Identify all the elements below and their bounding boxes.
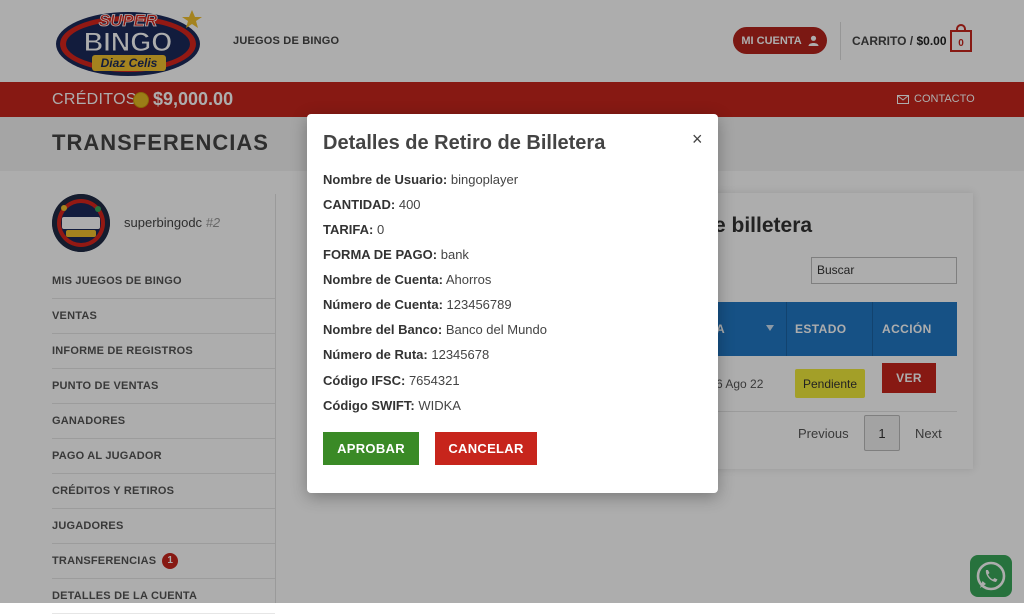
field-label: Código IFSC: xyxy=(323,373,406,388)
field-value: 0 xyxy=(376,222,385,237)
field-value: 12345678 xyxy=(431,347,490,362)
field-routing-number: Número de Ruta: 12345678 xyxy=(323,347,489,362)
field-amount: CANTIDAD: 400 xyxy=(323,197,421,212)
field-value: bank xyxy=(440,247,469,262)
field-value: Banco del Mundo xyxy=(445,322,547,337)
field-label: Nombre de Cuenta: xyxy=(323,272,443,287)
field-value: 400 xyxy=(398,197,421,212)
field-label: Nombre de Usuario: xyxy=(323,172,448,187)
field-label: TARIFA: xyxy=(323,222,374,237)
field-account-name: Nombre de Cuenta: Ahorros xyxy=(323,272,491,287)
field-bank-name: Nombre del Banco: Banco del Mundo xyxy=(323,322,547,337)
field-account-number: Número de Cuenta: 123456789 xyxy=(323,297,512,312)
field-ifsc-code: Código IFSC: 7654321 xyxy=(323,373,460,388)
field-fee: TARIFA: 0 xyxy=(323,222,384,237)
field-payment-method: FORMA DE PAGO: bank xyxy=(323,247,469,262)
field-value: 123456789 xyxy=(446,297,512,312)
field-label: Número de Cuenta: xyxy=(323,297,443,312)
field-label: Código SWIFT: xyxy=(323,398,415,413)
field-label: Nombre del Banco: xyxy=(323,322,443,337)
modal-title: Detalles de Retiro de Billetera xyxy=(323,132,606,154)
field-label: FORMA DE PAGO: xyxy=(323,247,438,262)
close-icon[interactable]: × xyxy=(692,129,703,150)
field-value: bingoplayer xyxy=(450,172,519,187)
withdrawal-details-modal: Detalles de Retiro de Billetera × Nombre… xyxy=(307,114,718,493)
field-label: CANTIDAD: xyxy=(323,197,396,212)
field-label: Número de Ruta: xyxy=(323,347,428,362)
field-value: 7654321 xyxy=(408,373,460,388)
field-swift-code: Código SWIFT: WIDKA xyxy=(323,398,461,413)
field-value: WIDKA xyxy=(418,398,461,413)
approve-button[interactable]: APROBAR xyxy=(323,432,419,465)
field-value: Ahorros xyxy=(445,272,492,287)
cancel-button[interactable]: CANCELAR xyxy=(435,432,537,465)
field-username: Nombre de Usuario: bingoplayer xyxy=(323,172,518,187)
